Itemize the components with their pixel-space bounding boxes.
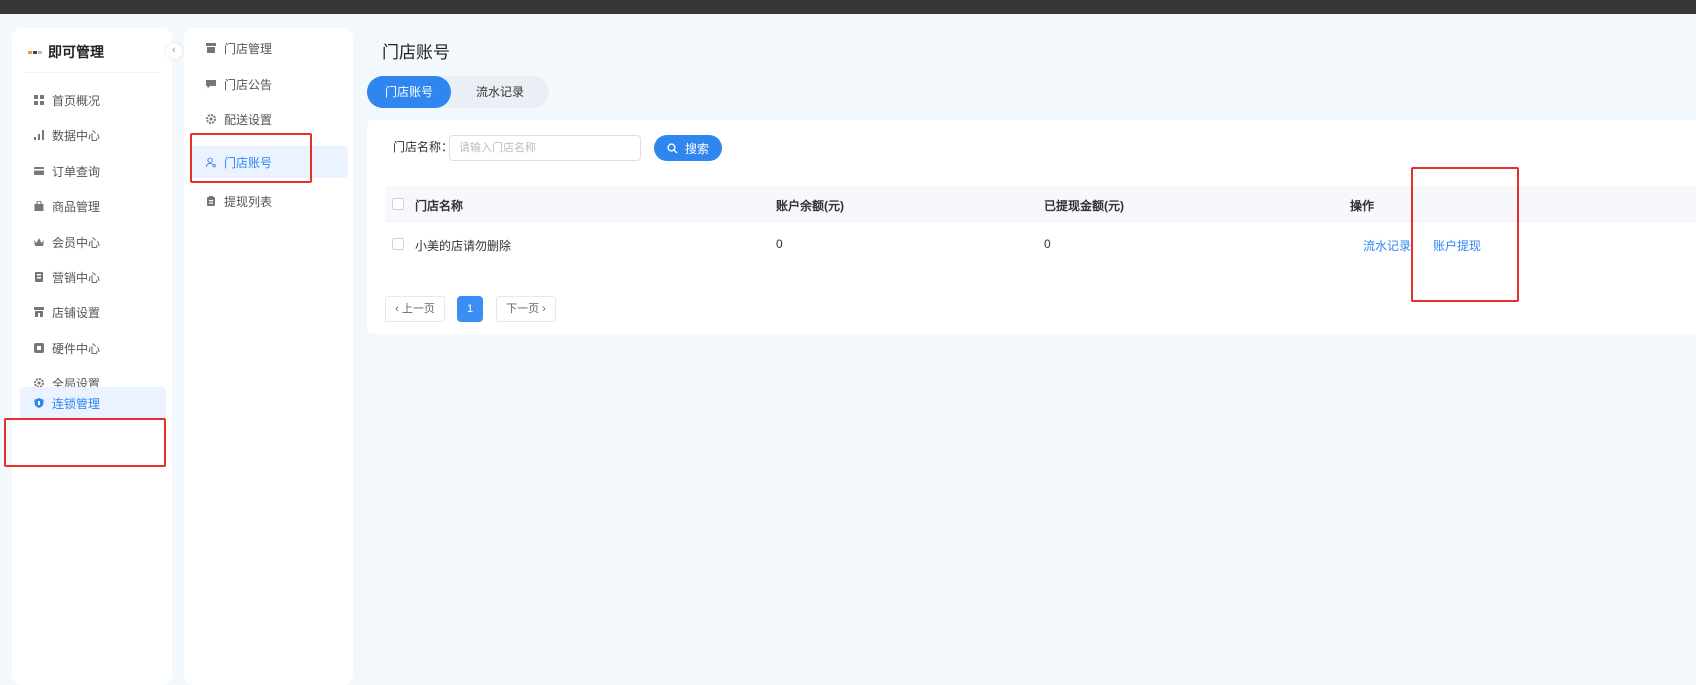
withdrawn-cell: 0 [1044, 237, 1051, 251]
window-top-bar [0, 0, 1696, 14]
logo-icon [28, 49, 42, 55]
sidebar-item-label: 数据中心 [52, 128, 101, 143]
table-header: 门店名称 账户余额(元) 已提现金额(元) 操作 [385, 186, 1696, 222]
chip-icon [34, 343, 44, 353]
tab-transaction-records[interactable]: 流水记录 [457, 76, 543, 108]
message-icon [206, 79, 216, 89]
sidebar-item-data-center[interactable]: 数据中心 [20, 119, 166, 151]
search-icon [667, 142, 678, 153]
sidebar-item-label: 店铺设置 [52, 305, 101, 320]
sidebar-item-label: 连锁管理 [52, 396, 101, 411]
divider [24, 72, 160, 73]
brand-name: 即可管理 [48, 44, 104, 60]
gear-icon [206, 114, 216, 124]
subnav-item-store-notice[interactable]: 门店公告 [189, 68, 348, 100]
column-header-withdrawn: 已提现金额(元) [1044, 199, 1124, 213]
sidebar-item-home-overview[interactable]: 首页概况 [20, 84, 166, 116]
clipboard-icon [206, 196, 216, 206]
main-sidebar: 即可管理 ‹ 首页概况 数据中心 订单查询 商品管理 会员中心 营销中心 店铺设… [12, 28, 182, 685]
page-number-current[interactable]: 1 [457, 296, 483, 322]
search-label: 门店名称： [393, 140, 454, 154]
balance-cell: 0 [776, 237, 783, 251]
gift-icon [34, 272, 44, 282]
store-icon [34, 307, 44, 317]
sidebar-item-label: 商品管理 [52, 199, 101, 214]
store-name-search-input[interactable] [449, 135, 641, 161]
subnav-item-label: 配送设置 [224, 112, 273, 127]
sidebar-item-goods-management[interactable]: 商品管理 [20, 190, 166, 222]
wallet-icon [34, 166, 44, 176]
sidebar-item-label: 订单查询 [52, 164, 101, 179]
sidebar-item-label: 会员中心 [52, 235, 101, 250]
bag-icon [34, 201, 44, 211]
store-icon [206, 43, 216, 53]
sidebar-collapse-button[interactable]: ‹ [166, 43, 182, 59]
prev-page-button[interactable]: ‹ 上一页 [385, 296, 445, 322]
sidebar-item-label: 硬件中心 [52, 341, 101, 356]
brand: 即可管理 [28, 40, 104, 64]
search-button[interactable]: 搜索 [654, 135, 722, 161]
store-name-cell: 小美的店请勿删除 [415, 239, 512, 253]
search-button-label: 搜索 [684, 141, 709, 156]
sidebar-item-member-center[interactable]: 会员中心 [20, 226, 166, 258]
content-panel: 门店名称： 搜索 门店名称 账户余额(元) 已提现金额(元) 操作 小美的店请勿… [367, 120, 1696, 334]
table-row: 小美的店请勿删除 0 0 流水记录 账户提现 [385, 222, 1696, 266]
select-all-checkbox[interactable] [392, 198, 404, 210]
bar-chart-icon [34, 130, 44, 140]
shield-icon [34, 398, 44, 408]
subnav-item-store-account[interactable]: 门店账号 [189, 146, 348, 178]
grid-icon [34, 95, 44, 105]
sidebar-item-order-query[interactable]: 订单查询 [20, 155, 166, 187]
subnav-item-label: 门店账号 [224, 155, 273, 170]
transaction-records-link[interactable]: 流水记录 [1363, 237, 1411, 254]
sidebar-item-chain-management[interactable]: 连锁管理 [20, 387, 166, 419]
subnav-item-withdrawal-list[interactable]: 提现列表 [189, 185, 348, 217]
sidebar-item-hardware-center[interactable]: 硬件中心 [20, 332, 166, 364]
column-header-balance: 账户余额(元) [776, 199, 844, 213]
tab-store-account[interactable]: 门店账号 [367, 76, 451, 108]
sidebar-item-label: 首页概况 [52, 93, 101, 108]
user-icon [206, 157, 216, 167]
subnav-item-delivery-settings[interactable]: 配送设置 [189, 103, 348, 135]
account-withdraw-link[interactable]: 账户提现 [1433, 237, 1481, 254]
tab-bar: 门店账号 流水记录 [367, 76, 549, 108]
subnav-item-label: 门店公告 [224, 77, 273, 92]
sub-sidebar: 门店管理 门店公告 配送设置 门店账号 提现列表 [184, 28, 353, 685]
sidebar-item-marketing-center[interactable]: 营销中心 [20, 261, 166, 293]
subnav-item-store-management[interactable]: 门店管理 [189, 32, 348, 64]
column-header-store-name: 门店名称 [415, 199, 464, 213]
crown-icon [34, 237, 44, 247]
column-header-actions: 操作 [1350, 199, 1375, 213]
subnav-item-label: 提现列表 [224, 194, 273, 209]
subnav-item-label: 门店管理 [224, 41, 273, 56]
row-checkbox[interactable] [392, 238, 404, 250]
sidebar-item-label: 营销中心 [52, 270, 101, 285]
sidebar-item-store-settings[interactable]: 店铺设置 [20, 296, 166, 328]
page-title: 门店账号 [382, 43, 450, 62]
next-page-button[interactable]: 下一页 › [496, 296, 556, 322]
